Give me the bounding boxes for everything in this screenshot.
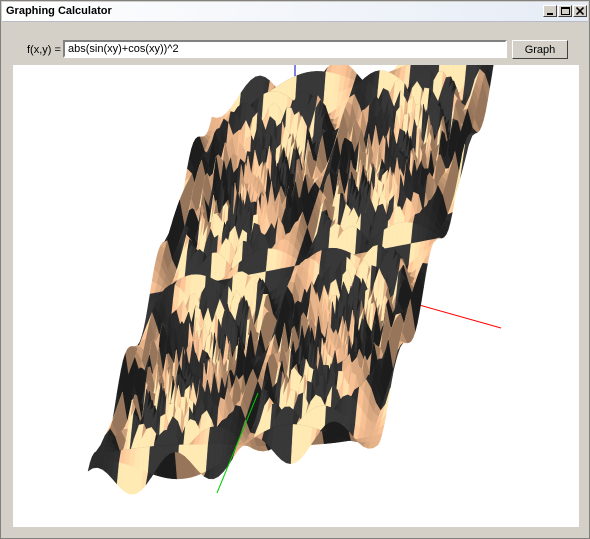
graph-button[interactable]: Graph [512, 40, 568, 59]
app-window: Graphing Calculator f(x,y) = Graph [0, 0, 590, 539]
maximize-button[interactable] [558, 5, 572, 17]
close-icon [576, 7, 584, 15]
surface-plot [87, 29, 503, 495]
surface-mesh [87, 29, 503, 495]
function-input[interactable] [63, 40, 507, 58]
maximize-icon [561, 7, 570, 15]
minimize-button[interactable] [543, 5, 557, 17]
close-button[interactable] [573, 5, 587, 17]
graph-canvas[interactable] [13, 29, 579, 527]
minimize-icon [547, 13, 553, 15]
function-label: f(x,y) = [27, 44, 61, 56]
window-title: Graphing Calculator [6, 5, 112, 17]
title-bar: Graphing Calculator [2, 2, 588, 22]
